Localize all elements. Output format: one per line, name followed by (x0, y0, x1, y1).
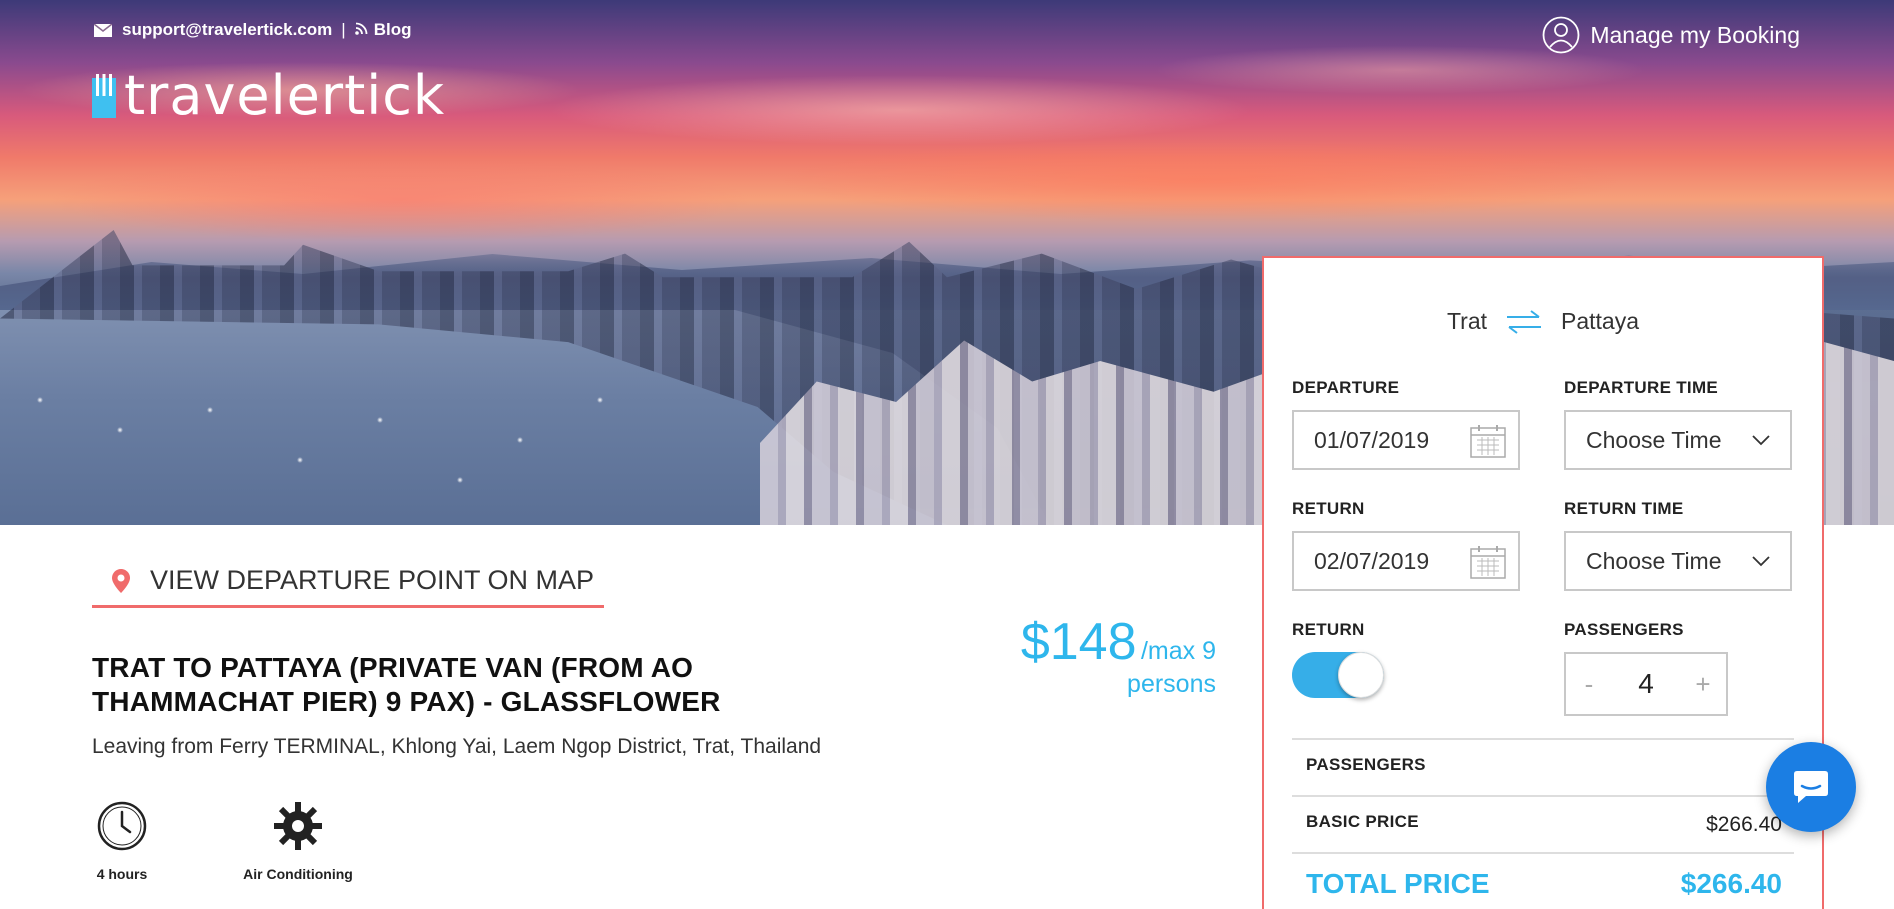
passengers-plus-button[interactable]: + (1692, 669, 1714, 700)
clock-icon (97, 801, 147, 851)
passengers-label: PASSENGERS (1564, 620, 1684, 639)
mail-icon (94, 23, 112, 37)
price-amount: $148 (1020, 613, 1137, 671)
basic-price-value: $266.40 (1706, 813, 1782, 836)
return-toggle-label: RETURN (1292, 620, 1365, 639)
return-time-select[interactable]: Choose Time (1564, 531, 1792, 591)
toggle-knob (1338, 652, 1384, 698)
logo-mark-icon (92, 73, 116, 118)
support-email-link[interactable]: support@travelertick.com (122, 20, 332, 40)
manage-booking-link[interactable]: Manage my Booking (1542, 16, 1800, 54)
feature-air-conditioning: Air Conditioning (238, 800, 358, 882)
total-price-label: TOTAL PRICE (1306, 868, 1490, 899)
summary-passengers-label: PASSENGERS (1306, 755, 1426, 774)
trip-title: TRAT TO PATTAYA (PRIVATE VAN (FROM AO TH… (92, 652, 721, 717)
chevron-down-icon (1752, 435, 1770, 446)
contact-bar: support@travelertick.com | Blog (94, 20, 411, 40)
contact-separator: | (341, 20, 346, 39)
trip-price: $148 /max 9 persons (1021, 612, 1216, 699)
calendar-icon (1470, 425, 1506, 458)
snowflake-gear-icon (274, 802, 322, 850)
return-date-input[interactable]: 02/07/2019 (1292, 531, 1520, 591)
logo-text: travelertick (124, 64, 446, 127)
departure-time-label: DEPARTURE TIME (1564, 378, 1719, 397)
passengers-count: 4 (1638, 668, 1654, 699)
feature-duration-label: 4 hours (96, 866, 148, 882)
route-to: Pattaya (1561, 308, 1640, 334)
total-price-value: $266.40 (1680, 868, 1782, 899)
departure-date-input[interactable]: 01/07/2019 (1292, 410, 1520, 470)
manage-booking-label: Manage my Booking (1590, 21, 1800, 48)
basic-price-label: BASIC PRICE (1306, 812, 1419, 831)
summary-divider (1292, 738, 1794, 740)
departure-label: DEPARTURE (1292, 378, 1400, 397)
departure-date-value: 01/07/2019 (1314, 426, 1430, 453)
route-from: Trat (1446, 308, 1488, 334)
map-pin-icon (112, 568, 130, 593)
rss-icon (354, 20, 368, 40)
chat-button[interactable] (1766, 742, 1856, 832)
view-map-link[interactable]: VIEW DEPARTURE POINT ON MAP (92, 556, 604, 608)
price-persons: persons (1127, 670, 1216, 698)
swap-arrows-icon[interactable] (1505, 309, 1543, 335)
user-icon (1542, 16, 1580, 54)
site-logo[interactable]: travelertick (92, 64, 445, 127)
price-per: /max 9 (1140, 637, 1216, 665)
trip-departure-address: Leaving from Ferry TERMINAL, Khlong Yai,… (92, 735, 822, 758)
feature-ac-label: Air Conditioning (243, 866, 353, 882)
return-time-value: Choose Time (1586, 547, 1722, 574)
view-map-label: VIEW DEPARTURE POINT ON MAP (150, 565, 595, 595)
departure-time-value: Choose Time (1586, 426, 1722, 453)
summary-divider (1292, 795, 1794, 797)
hero-boats (0, 380, 700, 510)
summary-divider (1292, 852, 1794, 854)
departure-time-select[interactable]: Choose Time (1564, 410, 1792, 470)
return-toggle[interactable] (1292, 652, 1384, 698)
return-time-label: RETURN TIME (1564, 499, 1684, 518)
calendar-icon (1470, 546, 1506, 579)
feature-duration: 4 hours (92, 800, 152, 882)
blog-link[interactable]: Blog (374, 20, 412, 40)
booking-card: Trat Pattaya DEPARTURE 01/07/2019 DEPART… (1262, 256, 1824, 909)
passengers-stepper: - 4 + (1564, 652, 1728, 716)
route-header: Trat Pattaya (1264, 308, 1822, 335)
chevron-down-icon (1752, 556, 1770, 567)
return-date-label: RETURN (1292, 499, 1365, 518)
passengers-minus-button[interactable]: - (1578, 669, 1600, 700)
chat-bubble-icon (1794, 771, 1828, 803)
return-date-value: 02/07/2019 (1314, 547, 1430, 574)
